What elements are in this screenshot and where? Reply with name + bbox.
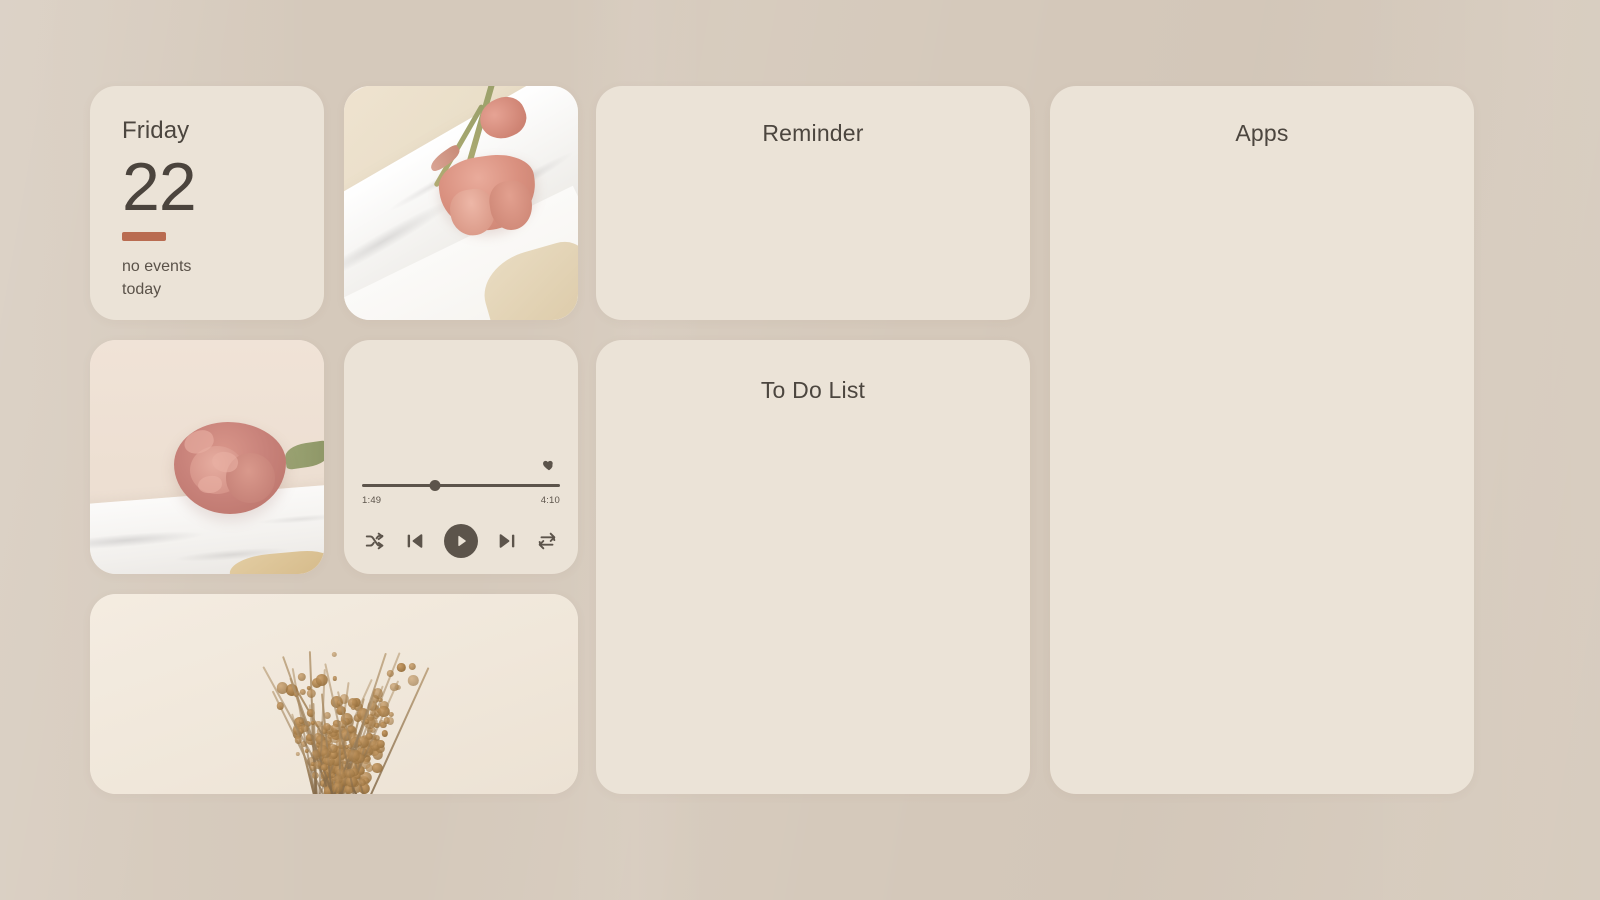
dried-flower-cluster (378, 705, 390, 718)
reminder-panel[interactable]: Reminder (596, 86, 1030, 320)
dried-flower-cluster (310, 720, 315, 725)
previous-icon[interactable] (404, 530, 426, 552)
tulips-image (344, 86, 578, 320)
dried-flower-cluster (386, 670, 394, 677)
current-time-label: 1:49 (362, 495, 382, 506)
rose-leaf (283, 440, 324, 470)
calendar-widget[interactable]: Friday 22 no events today (90, 86, 324, 320)
widget-grid: Friday 22 no events today 1:49 4:10 Remi… (90, 86, 1474, 794)
dried-flower-cluster (301, 724, 309, 733)
shuffle-icon[interactable] (364, 530, 386, 552)
apps-title: Apps (1235, 120, 1289, 146)
photo-widget-rose[interactable] (90, 340, 324, 574)
heart-icon[interactable] (542, 458, 556, 472)
dried-flower-cluster (408, 662, 417, 671)
repeat-icon[interactable] (536, 530, 558, 552)
dried-flower-cluster (295, 752, 300, 757)
dried-flower-cluster (369, 710, 376, 717)
dried-flower-cluster (339, 694, 350, 704)
dried-flower-cluster (331, 651, 338, 657)
dried-flower-cluster (321, 748, 331, 759)
calendar-status-line-2: today (122, 280, 162, 298)
todo-list-panel[interactable]: To Do List (596, 340, 1030, 794)
music-player-widget[interactable]: 1:49 4:10 (344, 340, 578, 574)
dried-flower-cluster (297, 672, 306, 681)
photo-widget-dried-flowers[interactable] (90, 594, 578, 794)
photo-widget-tulips[interactable] (344, 86, 578, 320)
progress-track (362, 483, 560, 487)
dried-flower-cluster (315, 674, 328, 686)
dried-flower-cluster (299, 688, 307, 695)
calendar-accent-rule (122, 231, 166, 241)
dried-flower-cluster (386, 717, 394, 725)
dried-flower-cluster (372, 688, 384, 699)
dried-flower-bunch (225, 646, 435, 794)
next-icon[interactable] (496, 530, 518, 552)
dried-flower-cluster (365, 764, 374, 772)
play-icon[interactable] (444, 524, 478, 558)
reminder-title: Reminder (762, 120, 864, 146)
apps-panel[interactable]: Apps (1050, 86, 1474, 794)
calendar-status: no events today (122, 255, 324, 301)
progress-thumb[interactable] (429, 479, 441, 491)
dried-flower-cluster (396, 663, 406, 672)
time-labels: 1:49 4:10 (362, 495, 560, 506)
dried-flower-cluster (276, 682, 289, 694)
playback-controls (362, 524, 560, 558)
dried-flower-cluster (407, 675, 419, 686)
calendar-status-line-1: no events (122, 257, 192, 275)
dried-flowers-image (90, 594, 578, 794)
dried-flower-cluster (350, 705, 356, 711)
dried-flower-cluster (364, 719, 369, 724)
calendar-day-number: 22 (122, 149, 197, 225)
calendar-weekday: Friday (122, 117, 190, 144)
dried-flower-cluster (381, 729, 389, 737)
dried-flower-cluster (376, 740, 385, 748)
todo-title: To Do List (760, 377, 866, 403)
rose-image (90, 340, 324, 574)
total-time-label: 4:10 (540, 495, 560, 506)
progress-slider[interactable] (362, 478, 560, 492)
dried-flower-cluster (332, 676, 338, 681)
dried-flower-cluster (306, 688, 317, 698)
dried-flower-cluster (347, 749, 360, 762)
